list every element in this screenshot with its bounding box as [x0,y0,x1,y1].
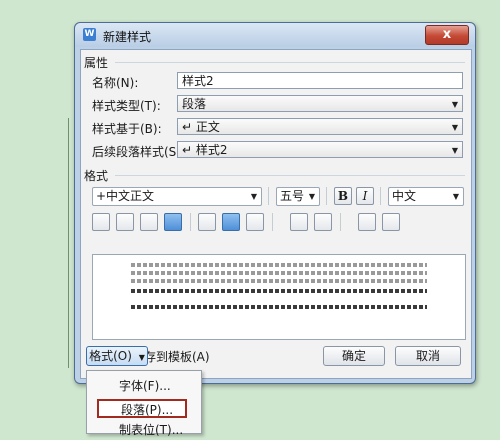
increase-indent-icon[interactable] [382,213,400,231]
language-select[interactable]: 中文 ▼ [388,187,464,206]
font-value: +中文正文 [96,189,155,203]
properties-group-label: 属性 [84,56,109,70]
size-select[interactable]: 五号 ▼ [276,187,320,206]
style-preview [92,254,466,340]
chevron-down-icon: ▼ [451,123,458,132]
toolbar-divider [380,187,381,205]
preview-prev-line [131,279,427,283]
format-divider [115,175,465,176]
dialog-body: 属性 名称(N): 样式2 样式类型(T): 段落 ▼ 样式基于(B): ↵ 正… [80,49,472,379]
chevron-down-icon: ▼ [452,192,459,201]
based-on-select[interactable]: ↵ 正文 ▼ [177,118,463,135]
decrease-indent-icon[interactable] [358,213,376,231]
preview-prev-line [131,271,427,275]
preview-prev-line [131,263,427,267]
menu-item-paragraph[interactable]: 段落(P)... [97,399,187,418]
style-type-label: 样式类型(T): [92,99,161,113]
name-label: 名称(N): [92,76,139,90]
toolbar-divider [340,213,341,231]
toolbar-divider [326,187,327,205]
menu-item-font[interactable]: 字体(F)... [97,377,187,396]
chevron-down-icon: ▼ [308,192,315,201]
next-style-select[interactable]: ↵ 样式2 ▼ [177,141,463,158]
next-style-label: 后续段落样式(S): [92,145,186,159]
properties-divider [115,62,465,63]
bold-button[interactable]: B [334,187,352,205]
size-value: 五号 [280,189,305,203]
toolbar-divider [272,213,273,231]
format-menu-button[interactable]: 格式(O) ▼ [86,346,148,366]
preview-sample-line [131,305,427,309]
app-icon: W [83,28,96,41]
chevron-down-icon: ▼ [250,192,257,201]
align-right-icon[interactable] [140,213,158,231]
dialog-title: 新建样式 [103,30,152,44]
space-before-icon[interactable] [290,213,308,231]
font-select[interactable]: +中文正文 ▼ [92,187,262,206]
chevron-down-icon: ▼ [451,146,458,155]
format-dropdown-menu: 字体(F)... 段落(P)... 制表位(T)... [86,370,202,437]
based-on-label: 样式基于(B): [92,122,162,136]
name-input[interactable]: 样式2 [177,72,463,89]
based-on-value: ↵ 正文 [182,120,220,134]
align-left-icon[interactable] [92,213,110,231]
align-justify-icon[interactable] [164,213,182,231]
paragraph-toolbar [92,213,464,233]
preview-sample-line [131,289,427,293]
toolbar-divider [268,187,269,205]
format-group-label: 格式 [84,169,109,183]
line-spacing-single-icon[interactable] [198,213,216,231]
style-type-value: 段落 [182,97,207,111]
language-value: 中文 [392,189,417,203]
cancel-button[interactable]: 取消 [395,346,461,366]
next-style-value: ↵ 样式2 [182,143,228,157]
close-button[interactable]: x [425,25,469,45]
line-spacing-onehalf-icon[interactable] [222,213,240,231]
italic-button[interactable]: I [356,187,374,205]
toolbar-divider [190,213,191,231]
align-center-icon[interactable] [116,213,134,231]
style-type-select[interactable]: 段落 ▼ [177,95,463,112]
line-spacing-double-icon[interactable] [246,213,264,231]
format-button-label: 格式(O) [89,349,132,363]
format-toolbar: +中文正文 ▼ 五号 ▼ B I 中文 ▼ [92,187,464,207]
new-style-dialog: W 新建样式 x 属性 名称(N): 样式2 样式类型(T): 段落 ▼ 样式基… [74,22,476,384]
menu-item-tabs[interactable]: 制表位(T)... [97,421,187,440]
ok-button[interactable]: 确定 [323,346,385,366]
chevron-down-icon: ▼ [451,100,458,109]
title-bar[interactable]: W 新建样式 x [75,23,475,47]
caret-down-icon: ▼ [138,353,145,362]
space-after-icon[interactable] [314,213,332,231]
